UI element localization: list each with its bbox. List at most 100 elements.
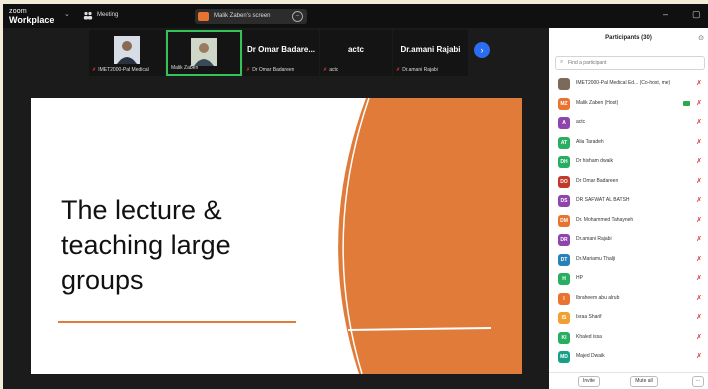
video-tile-malik[interactable]: Malik Zaben (166, 30, 242, 76)
video-strip: ✗ IMET2000-Pal Medical Malik Zaben Dr Oma… (89, 30, 468, 76)
participant-row[interactable]: MD Majed Dwaik ✗ (549, 348, 708, 368)
zoom-workplace-logo: zoom Workplace (9, 7, 54, 25)
video-tile-name: Malik Zaben (171, 65, 199, 71)
video-tile-amani[interactable]: Dr.amani Rajabi ✗ Dr.amani Rajabi (393, 30, 468, 76)
participant-name: Majed Dwaik (576, 353, 605, 359)
participant-name: Alia Taradeh (576, 138, 604, 145)
muted-mic-icon[interactable]: ✗ (696, 216, 702, 224)
restore-button[interactable]: ▢ (692, 9, 701, 20)
share-screen-icon (198, 12, 209, 21)
next-page-button[interactable]: › (474, 42, 490, 58)
participant-row[interactable]: DO Dr Omar Badareen ✗ (549, 173, 708, 193)
participant-avatar: DR (558, 234, 570, 246)
participant-name: actc (576, 119, 586, 125)
muted-mic-icon: ✗ (246, 67, 251, 73)
participant-avatar: H (558, 273, 570, 285)
muted-mic-icon[interactable]: ✗ (696, 333, 702, 341)
muted-mic-icon[interactable]: ✗ (696, 79, 702, 87)
participant-row[interactable]: AT Alia Taradeh ✗ (549, 134, 708, 154)
video-tile-name: ✗ Dr Omar Badareen (246, 67, 295, 73)
search-icon: ⌕ (560, 59, 564, 65)
muted-mic-icon[interactable]: ✗ (696, 313, 702, 321)
participants-title: Participants (30) (605, 35, 652, 41)
participant-name: IMET2000-Pal Medical Ed... (Co-host, me) (576, 80, 671, 86)
participant-row[interactable]: DH Dr hisham dwaik ✗ (549, 153, 708, 173)
participant-row[interactable]: MZ Malik Zaben (Host) ✗ (549, 95, 708, 115)
participant-row[interactable]: KI Khaled issa ✗ (549, 329, 708, 349)
participant-avatar: DO (558, 175, 570, 188)
video-tile-name: ✗ IMET2000-Pal Medical (92, 67, 149, 73)
video-tile-big-name: Dr Omar Badare... (246, 45, 316, 54)
muted-mic-icon[interactable]: ✗ (696, 99, 702, 107)
panel-options-icon[interactable]: ⊙ (698, 34, 704, 42)
video-tile-name: ✗ Dr.amani Rajabi (396, 67, 438, 73)
participant-avatar (558, 78, 570, 90)
participant-row[interactable]: DT Dr.Mariamu Thalji ✗ (549, 251, 708, 271)
participant-name: Dr.Mariamu Thalji (576, 255, 616, 262)
video-tile-big-name: actc (347, 45, 364, 54)
participant-list: IMET2000-Pal Medical Ed... (Co-host, me)… (549, 75, 708, 368)
participant-name: Khaled issa (576, 333, 602, 340)
participant-row[interactable]: DS DR SAFWAT AL BATSH ✗ (549, 192, 708, 212)
participant-name: Dr. Mohammed Tahayneh (576, 216, 634, 223)
view-options-icon[interactable]: – (292, 11, 303, 22)
participant-row[interactable]: IS Israa Sharif ✗ (549, 309, 708, 329)
participant-row[interactable]: I Ibraheem abu alrub ✗ (549, 290, 708, 310)
minimize-button[interactable]: – (663, 9, 668, 19)
participant-avatar: IS (558, 312, 570, 324)
participant-name: Malik Zaben (Host) (576, 99, 619, 106)
muted-mic-icon[interactable]: ✗ (696, 235, 702, 243)
search-input[interactable] (568, 58, 698, 68)
video-tile-omar[interactable]: Dr Omar Badare... ✗ Dr Omar Badareen (243, 30, 319, 76)
muted-mic-icon[interactable]: ✗ (696, 294, 702, 302)
participants-group-icon (83, 11, 93, 20)
muted-mic-icon: ✗ (92, 67, 97, 73)
shared-slide: The lecture & teaching large groups (31, 98, 522, 374)
muted-mic-icon[interactable]: ✗ (696, 157, 702, 165)
participant-search[interactable]: ⌕ (555, 56, 705, 70)
participant-avatar: DT (558, 253, 570, 266)
video-tile-imet[interactable]: ✗ IMET2000-Pal Medical (89, 30, 165, 76)
participant-name: Dr hisham dwaik (576, 158, 613, 164)
participant-name: Dr Omar Badareen (576, 177, 619, 184)
muted-mic-icon[interactable]: ✗ (696, 274, 702, 282)
participant-video-thumbnail (191, 38, 217, 66)
participant-row[interactable]: IMET2000-Pal Medical Ed... (Co-host, me)… (549, 75, 708, 95)
logo-line2: Workplace (9, 15, 55, 25)
participant-row[interactable]: DR Dr.amani Rajabi ✗ (549, 231, 708, 251)
screen-share-pill[interactable]: Malik Zaben's screen – (195, 9, 307, 24)
participant-name: Dr.amani Rajabi (576, 236, 612, 242)
participant-name: Israa Sharif (576, 314, 602, 320)
share-screen-label: Malik Zaben's screen (214, 13, 271, 19)
mute-all-button[interactable]: Mute all (630, 376, 658, 387)
participant-row[interactable]: DM Dr. Mohammed Tahayneh ✗ (549, 212, 708, 232)
chevron-down-icon[interactable]: ⌄ (64, 10, 70, 18)
participant-row[interactable]: H HP ✗ (549, 270, 708, 290)
participant-name: HP (576, 275, 583, 281)
invite-button[interactable]: Invite (578, 376, 600, 387)
participant-avatar: AT (558, 136, 570, 149)
camera-on-icon (683, 100, 690, 106)
participant-avatar: MD (558, 351, 570, 363)
muted-mic-icon[interactable]: ✗ (696, 138, 702, 146)
participant-row[interactable]: Aactc ✗ (549, 114, 708, 134)
video-tile-actc[interactable]: actc ✗ actc (320, 30, 392, 76)
slide-orange-shape (338, 98, 522, 374)
participant-name: DR SAFWAT AL BATSH (576, 197, 630, 203)
muted-mic-icon: ✗ (323, 67, 328, 73)
title-bar: zoom Workplace ⌄ Meeting Malik Zaben's s… (3, 4, 708, 28)
participant-name: Ibraheem abu alrub (576, 294, 620, 301)
more-options-button[interactable]: ··· (692, 376, 704, 387)
participant-avatar: DS (558, 195, 570, 207)
muted-mic-icon[interactable]: ✗ (696, 118, 702, 126)
muted-mic-icon[interactable]: ✗ (696, 196, 702, 204)
participants-footer: Invite Mute all ··· (549, 372, 708, 389)
participants-panel: Participants (30) ⊙ ⌕ IMET2000-Pal Medic… (549, 28, 708, 389)
participant-avatar: KI (558, 331, 570, 344)
muted-mic-icon: ✗ (396, 67, 401, 73)
muted-mic-icon[interactable]: ✗ (696, 352, 702, 360)
slide-title: The lecture & teaching large groups (61, 195, 231, 295)
muted-mic-icon[interactable]: ✗ (696, 255, 702, 263)
meeting-label[interactable]: Meeting (97, 12, 118, 18)
muted-mic-icon[interactable]: ✗ (696, 177, 702, 185)
